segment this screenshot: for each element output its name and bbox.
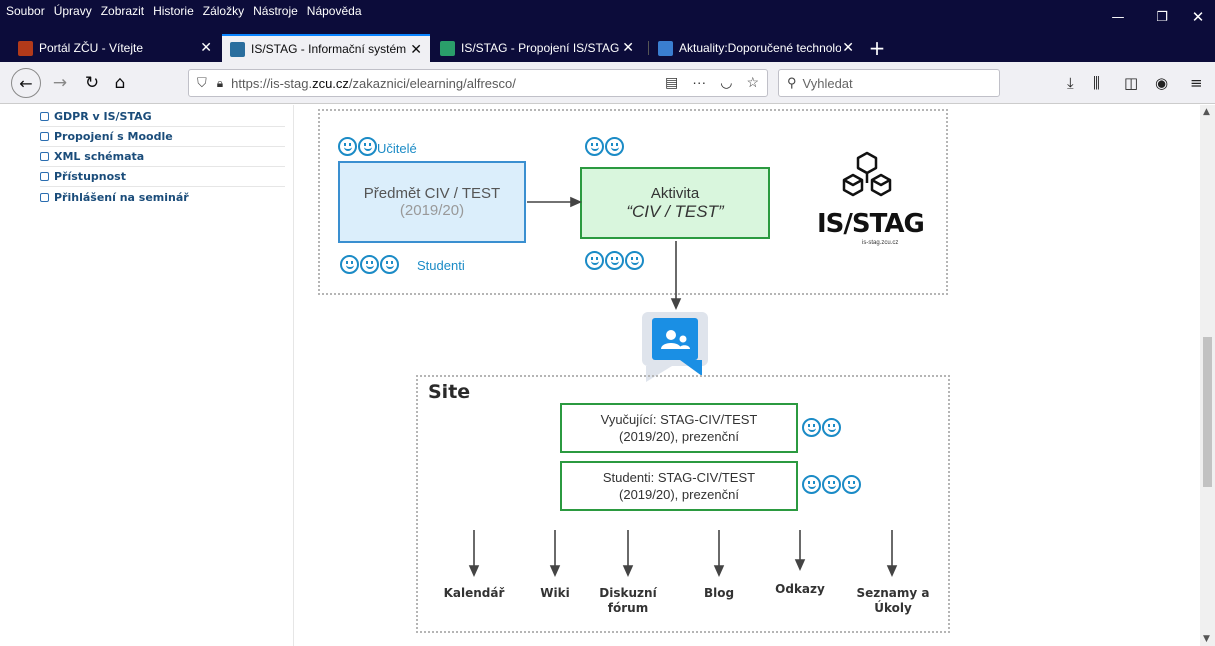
tab-title: IS/STAG - Propojení IS/STAG s M bbox=[461, 41, 621, 55]
tool-label: Diskuzní bbox=[599, 586, 657, 600]
group-teachers-line1: Vyučující: STAG-CIV/TEST bbox=[600, 412, 758, 427]
close-window-button[interactable]: ✕ bbox=[1176, 0, 1215, 34]
library-icon[interactable]: ⫼ bbox=[1093, 74, 1100, 92]
group-students-box: Studenti: STAG-CIV/TEST (2019/20), preze… bbox=[560, 461, 798, 511]
lock-icon[interactable]: 🔒︎ bbox=[217, 76, 223, 91]
home-button[interactable]: ⌂ bbox=[106, 69, 134, 97]
new-tab-button[interactable]: + bbox=[866, 34, 888, 62]
menu-napoveda[interactable]: Nápověda bbox=[307, 4, 362, 18]
menu-zobrazit[interactable]: Zobrazit bbox=[101, 4, 144, 18]
tab-title: IS/STAG - Informační systém stu bbox=[251, 42, 409, 56]
tab-is-stag[interactable]: IS/STAG - Informační systém stu ✕ bbox=[222, 34, 430, 62]
search-icon: ⚲ bbox=[787, 75, 797, 90]
tool-wiki: Wiki bbox=[530, 586, 580, 601]
menu-upravy[interactable]: Úpravy bbox=[54, 4, 92, 18]
tab-separator bbox=[648, 41, 649, 55]
scroll-up-icon[interactable]: ▲ bbox=[1203, 107, 1210, 117]
close-icon[interactable]: ✕ bbox=[200, 39, 212, 56]
nav-bar: ← → ↻ ⌂ ⛉ 🔒︎ https://is-stag.zcu.cz/zaka… bbox=[0, 62, 1215, 104]
menu-nastroje[interactable]: Nástroje bbox=[253, 4, 298, 18]
pocket-icon[interactable]: ◡ bbox=[720, 74, 732, 91]
aktuality-favicon-icon bbox=[658, 40, 673, 56]
portal-favicon-icon bbox=[18, 40, 33, 56]
url-text[interactable]: https://is-stag.zcu.cz/zakaznici/elearni… bbox=[231, 76, 516, 91]
search-placeholder: Vyhledat bbox=[802, 75, 853, 91]
tab-title: Portál ZČU - Vítejte bbox=[39, 41, 144, 55]
scrollbar-thumb[interactable] bbox=[1203, 337, 1212, 487]
tool-label: Kalendář bbox=[443, 586, 505, 600]
group-teachers-box: Vyučující: STAG-CIV/TEST (2019/20), prez… bbox=[560, 403, 798, 453]
sidebar-icon[interactable]: ◫ bbox=[1124, 74, 1138, 92]
scroll-down-icon[interactable]: ▼ bbox=[1203, 634, 1210, 644]
site-group-icon bbox=[642, 312, 708, 382]
tool-label: Odkazy bbox=[775, 582, 825, 596]
close-icon[interactable]: ✕ bbox=[622, 39, 634, 56]
url-prefix: https://is-stag. bbox=[231, 75, 313, 91]
back-button[interactable]: ← bbox=[11, 68, 41, 98]
minimize-button[interactable]: — bbox=[1096, 0, 1140, 34]
tool-diskuzni-forum: Diskuzní fórum bbox=[590, 586, 666, 616]
menu-soubor[interactable]: Soubor bbox=[6, 4, 45, 18]
search-input[interactable]: ⚲ Vyhledat bbox=[778, 69, 1000, 97]
group-students-line2: (2019/20), prezenční bbox=[619, 487, 739, 502]
close-icon[interactable]: ✕ bbox=[410, 41, 422, 58]
title-bar: Soubor Úpravy Zobrazit Historie Záložky … bbox=[0, 0, 1215, 34]
is-stag-propojeni-favicon-icon bbox=[440, 40, 455, 56]
tab-aktuality[interactable]: Aktuality:Doporučené technolo ✕ bbox=[650, 34, 862, 62]
account-icon[interactable]: ◉ bbox=[1155, 74, 1168, 92]
tool-kalendar: Kalendář bbox=[438, 586, 510, 601]
url-path: /zakaznici/elearning/alfresco/ bbox=[348, 75, 516, 91]
tab-is-stag-propojeni[interactable]: IS/STAG - Propojení IS/STAG s M ✕ bbox=[432, 34, 642, 62]
tab-strip: Portál ZČU - Vítejte ✕ IS/STAG - Informa… bbox=[0, 34, 1215, 62]
reader-view-icon[interactable]: ▤ bbox=[665, 74, 678, 91]
tool-label: Úkoly bbox=[874, 601, 912, 615]
site-title: Site bbox=[428, 381, 471, 403]
tool-label: fórum bbox=[607, 601, 649, 615]
group-teachers-line2: (2019/20), prezenční bbox=[619, 429, 739, 444]
tool-label: Wiki bbox=[540, 586, 570, 600]
tool-seznamy-ukoly: Seznamy a Úkoly bbox=[848, 586, 938, 616]
page-content: GDPR v IS/STAG Propojení s Moodle XML sc… bbox=[0, 105, 1200, 646]
tab-title: Aktuality:Doporučené technolo bbox=[679, 41, 841, 55]
menu-icon[interactable]: ≡ bbox=[1190, 74, 1203, 92]
page-actions-icon[interactable]: ··· bbox=[692, 74, 706, 91]
alfresco-diagram: Učitelé Předmět CIV / TEST (2019/20) Akt… bbox=[0, 105, 1200, 646]
group-students-line1: Studenti: STAG-CIV/TEST bbox=[602, 470, 756, 485]
group-students-icon bbox=[802, 475, 861, 494]
tool-odkazy: Odkazy bbox=[766, 582, 834, 597]
menu-historie[interactable]: Historie bbox=[153, 4, 194, 18]
url-actions: ▤ ··· ◡ ☆ bbox=[665, 74, 759, 91]
page-scrollbar[interactable]: ▲ ▼ bbox=[1200, 105, 1215, 646]
group-teachers-icon bbox=[802, 418, 841, 437]
download-icon[interactable]: ⤓ bbox=[1067, 74, 1074, 92]
tool-label: Seznamy a bbox=[856, 586, 930, 600]
is-stag-favicon-icon bbox=[230, 41, 245, 57]
menu-zalozky[interactable]: Záložky bbox=[203, 4, 244, 18]
tool-blog: Blog bbox=[694, 586, 744, 601]
url-domain: zcu.cz bbox=[312, 75, 349, 91]
tab-portal-zcu[interactable]: Portál ZČU - Vítejte ✕ bbox=[10, 34, 220, 62]
forward-button[interactable]: → bbox=[46, 69, 74, 97]
shield-icon[interactable]: ⛉ bbox=[197, 75, 207, 91]
menu-bar: Soubor Úpravy Zobrazit Historie Záložky … bbox=[6, 4, 371, 18]
tool-label: Blog bbox=[703, 586, 735, 600]
close-icon[interactable]: ✕ bbox=[842, 39, 854, 56]
reload-button[interactable]: ↻ bbox=[78, 69, 106, 97]
bookmark-star-icon[interactable]: ☆ bbox=[746, 74, 759, 91]
url-bar[interactable]: ⛉ 🔒︎ https://is-stag.zcu.cz/zakaznici/el… bbox=[188, 69, 768, 97]
